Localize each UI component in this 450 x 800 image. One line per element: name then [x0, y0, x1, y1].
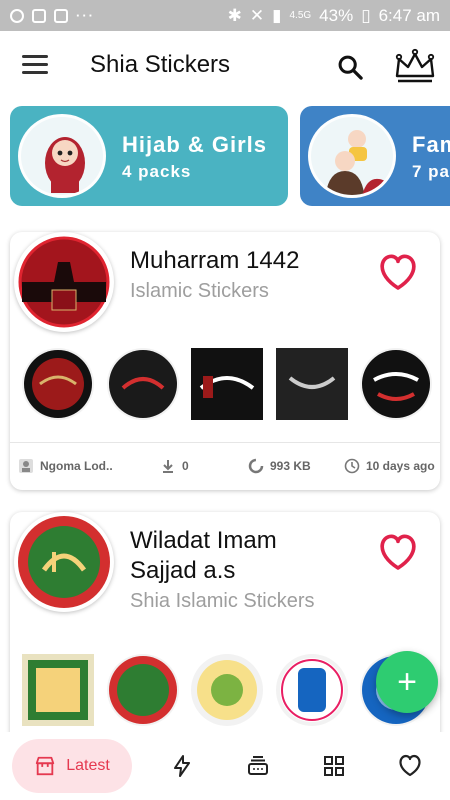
mute-icon: ✕	[249, 5, 265, 25]
category-count: 7 pa	[412, 162, 450, 181]
premium-crown-icon[interactable]	[393, 46, 437, 86]
sticker-pack-card[interactable]: Muharram 1442 Islamic Stickers Ngoma Lod…	[10, 232, 440, 490]
sticker-thumbnail[interactable]	[106, 348, 179, 420]
download-icon	[163, 460, 173, 473]
sticker-preview-row	[22, 348, 432, 420]
sticker-thumbnail[interactable]	[22, 348, 94, 420]
sticker-thumbnail[interactable]	[106, 654, 179, 726]
favorite-heart-icon[interactable]	[378, 254, 418, 292]
pack-size: 993 KB	[270, 459, 311, 473]
plus-icon: +	[397, 662, 417, 701]
status-notifications: ···	[10, 8, 95, 23]
favorite-heart-icon[interactable]	[378, 534, 418, 572]
bluetooth-icon: ✱	[227, 5, 242, 25]
pack-name: Muharram 1442	[130, 247, 300, 274]
nav-latest-label: Latest	[66, 757, 110, 774]
image-icon	[32, 8, 46, 23]
status-bar: ··· ✱ ✕ ▮ 4.5G 43% ▯ 6:47 am	[0, 0, 450, 31]
instagram-icon	[54, 8, 68, 23]
pack-name-line1: Wiladat Imam	[130, 527, 277, 554]
clock-icon	[344, 458, 360, 474]
pack-meta-row: Ngoma Lod.. 0 993 KB 10 days ago	[10, 452, 440, 482]
favorites-heart-icon[interactable]	[398, 754, 422, 778]
author-avatar-icon	[19, 459, 33, 473]
app-title: Shia Stickers	[90, 51, 231, 78]
pack-subtitle: Islamic Stickers	[130, 280, 269, 302]
category-card-hijab-girls[interactable]: Hijab & Girls 4 packs	[10, 106, 288, 206]
search-icon[interactable]	[336, 53, 364, 81]
battery-icon: ▯	[361, 5, 371, 25]
sticker-thumbnail[interactable]	[191, 348, 263, 420]
author-meta: Ngoma Lod..	[18, 458, 113, 474]
sticker-thumbnail[interactable]	[191, 654, 263, 726]
whatsapp-icon	[10, 8, 24, 23]
sticker-thumbnail[interactable]	[275, 348, 348, 420]
time-meta: 10 days ago	[344, 458, 435, 474]
hijab-girl-illustration	[18, 114, 106, 198]
pack-icon	[14, 512, 114, 612]
signal-icon: ▮	[272, 5, 282, 25]
bottom-navigation: Latest	[0, 732, 450, 800]
size-icon	[248, 458, 264, 474]
size-meta: 993 KB	[248, 458, 311, 474]
store-icon	[36, 756, 55, 776]
app-bar: Shia Stickers	[0, 31, 450, 101]
clock: 6:47 am	[378, 5, 440, 25]
trending-lightning-icon[interactable]	[170, 754, 194, 778]
network-label: 4.5G	[289, 10, 312, 21]
pack-icon	[14, 232, 114, 332]
pack-name-line2: Sajjad a.s	[130, 557, 236, 584]
category-title: Fam	[412, 132, 450, 157]
categories-grid-icon[interactable]	[322, 754, 346, 778]
family-illustration	[308, 114, 396, 198]
sticker-preview-row	[22, 654, 432, 726]
sticker-thumbnail[interactable]	[275, 654, 348, 726]
battery-percent: 43%	[319, 5, 354, 25]
add-fab-button[interactable]: +	[376, 651, 438, 713]
category-title: Hijab & Girls	[122, 132, 268, 157]
category-count: 4 packs	[122, 162, 192, 181]
author-name: Ngoma Lod..	[40, 459, 113, 473]
sticker-thumbnail[interactable]	[360, 348, 432, 420]
downloads-meta: 0	[160, 458, 189, 474]
menu-icon[interactable]	[22, 55, 48, 75]
sticker-pack-card[interactable]: Wiladat Imam Sajjad a.s Shia Islamic Sti…	[10, 512, 440, 752]
pack-subtitle: Shia Islamic Stickers	[130, 590, 315, 612]
nav-latest-tab[interactable]: Latest	[12, 739, 132, 793]
category-card-family[interactable]: Fam 7 pa	[300, 106, 450, 206]
pack-updated-time: 10 days ago	[366, 459, 435, 473]
packs-stack-icon[interactable]	[246, 754, 270, 778]
divider	[10, 442, 440, 443]
sticker-thumbnail[interactable]	[22, 654, 94, 726]
more-notifications-icon: ···	[76, 8, 95, 23]
download-count: 0	[182, 459, 189, 473]
